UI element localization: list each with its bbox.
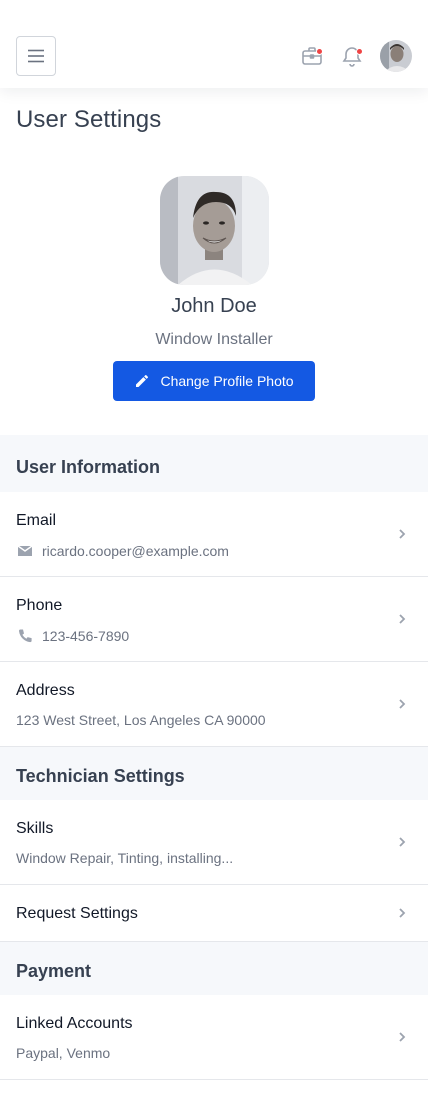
email-value: ricardo.cooper@example.com <box>42 543 229 559</box>
section-header-technician-settings: Technician Settings <box>0 747 428 800</box>
phone-icon <box>16 627 34 645</box>
notifications-button[interactable] <box>340 44 364 68</box>
chevron-right-icon <box>396 698 408 710</box>
settings-list: User Information Email ricardo.cooper@ex… <box>0 435 428 1080</box>
section-header-payment: Payment <box>0 942 428 995</box>
chevron-right-icon <box>396 613 408 625</box>
hamburger-menu-icon <box>28 49 44 63</box>
phone-row[interactable]: Phone 123-456-7890 <box>0 577 428 662</box>
address-value: 123 West Street, Los Angeles CA 90000 <box>16 712 266 728</box>
profile-photo <box>159 176 269 285</box>
phone-value: 123-456-7890 <box>42 628 130 644</box>
menu-button[interactable] <box>16 36 56 76</box>
request-settings-label: Request Settings <box>16 905 138 922</box>
chevron-right-icon <box>396 907 408 919</box>
linked-accounts-row[interactable]: Linked Accounts Paypal, Venmo <box>0 995 428 1080</box>
jobs-button[interactable] <box>300 44 324 68</box>
change-profile-photo-label: Change Profile Photo <box>160 373 294 389</box>
profile-card: John Doe Window Installer Change Profile… <box>0 176 428 401</box>
profile-name: John Doe <box>171 295 257 317</box>
skills-label: Skills <box>16 820 54 837</box>
email-row[interactable]: Email ricardo.cooper@example.com <box>0 492 428 577</box>
email-label: Email <box>16 512 57 529</box>
change-profile-photo-button[interactable]: Change Profile Photo <box>113 361 315 401</box>
briefcase-notification-dot <box>316 48 323 55</box>
linked-accounts-value: Paypal, Venmo <box>16 1045 111 1061</box>
page-title: User Settings <box>16 106 162 133</box>
address-label: Address <box>16 682 75 699</box>
profile-role: Window Installer <box>155 331 273 348</box>
linked-accounts-label: Linked Accounts <box>16 1015 133 1032</box>
top-navigation-bar <box>0 0 428 88</box>
section-header-user-information: User Information <box>0 435 428 492</box>
chevron-right-icon <box>396 836 408 848</box>
user-avatar[interactable] <box>380 40 412 72</box>
skills-value: Window Repair, Tinting, installing... <box>16 850 234 866</box>
phone-label: Phone <box>16 597 63 614</box>
pencil-icon <box>136 374 149 387</box>
chevron-right-icon <box>396 528 408 540</box>
address-row[interactable]: Address 123 West Street, Los Angeles CA … <box>0 662 428 747</box>
envelope-icon <box>16 542 34 560</box>
request-settings-row[interactable]: Request Settings <box>0 885 428 942</box>
chevron-right-icon <box>396 1031 408 1043</box>
skills-row[interactable]: Skills Window Repair, Tinting, installin… <box>0 800 428 885</box>
bell-notification-dot <box>356 48 363 55</box>
